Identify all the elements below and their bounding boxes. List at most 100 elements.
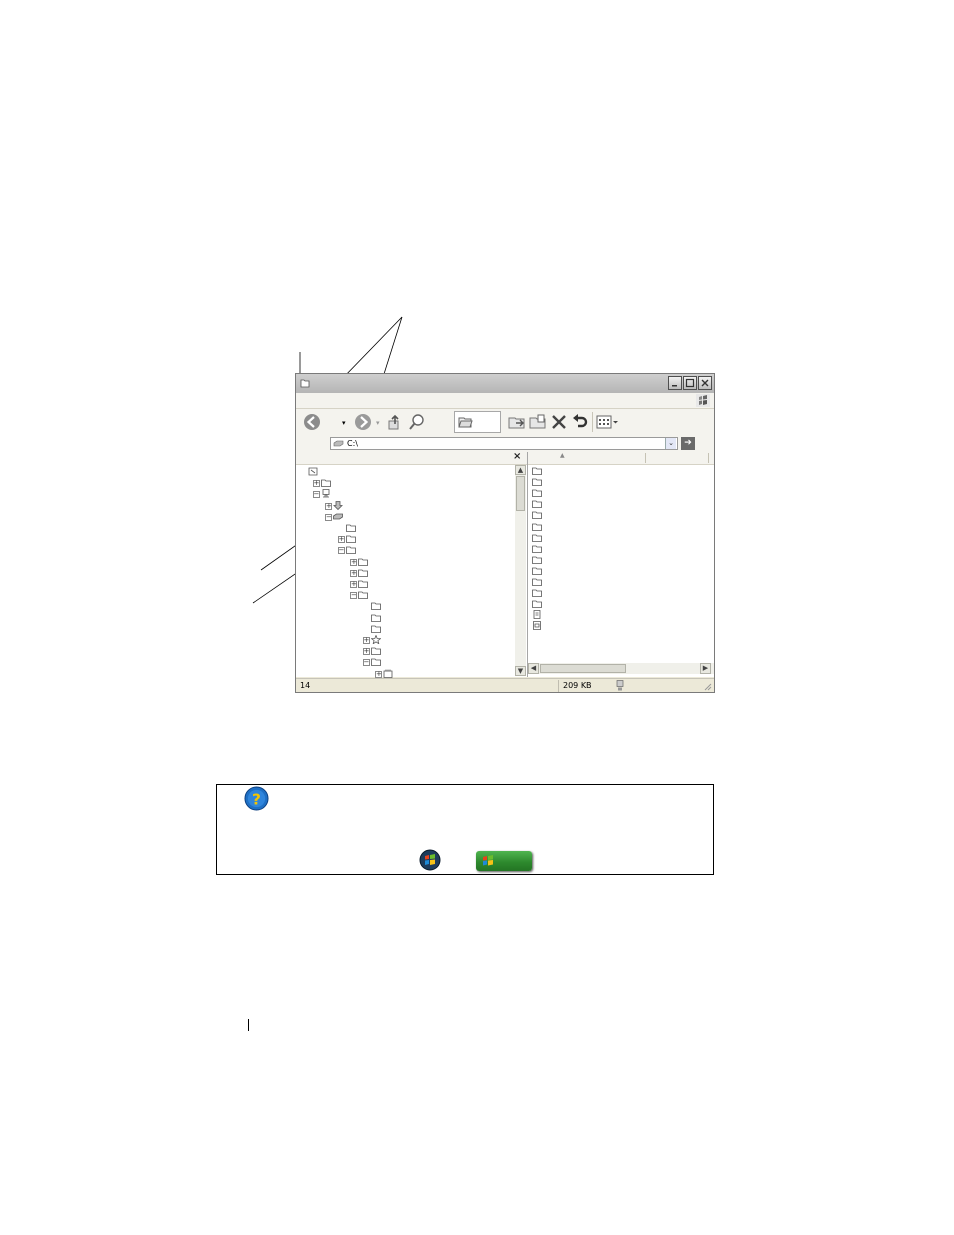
undo-icon (573, 414, 588, 428)
maximize-button[interactable] (683, 376, 697, 390)
folders-icon (458, 417, 473, 428)
tree-node[interactable]: + (296, 646, 511, 656)
sort-ascending-icon[interactable]: ▲ (560, 452, 565, 459)
folder-icon[interactable] (532, 599, 542, 609)
folder-icon[interactable] (532, 466, 542, 475)
tree-node[interactable]: + (296, 557, 511, 567)
back-button[interactable] (302, 412, 322, 432)
folder-icon[interactable] (532, 510, 542, 520)
collapse-button[interactable]: − (362, 659, 370, 667)
scroll-down-button[interactable]: ▼ (515, 666, 526, 676)
tree-node[interactable]: − (296, 590, 511, 600)
tree-node[interactable]: − (296, 489, 511, 499)
folder-icon (300, 379, 310, 388)
drive-icon (333, 513, 343, 520)
tree-node[interactable]: + (296, 534, 511, 544)
move-to-icon (508, 417, 525, 429)
tree-node[interactable]: + (296, 579, 511, 589)
tree-node[interactable]: + (296, 478, 511, 488)
forward-button[interactable] (353, 412, 373, 432)
computer-icon (322, 489, 329, 498)
system-file-icon[interactable] (532, 621, 542, 631)
minimize-icon (672, 385, 677, 387)
tree-node[interactable]: − (296, 545, 511, 555)
folder-icon[interactable] (532, 522, 542, 531)
tree-node[interactable] (296, 601, 511, 611)
folder-icon[interactable] (532, 555, 542, 564)
collapse-button[interactable]: − (337, 547, 345, 555)
tree-node[interactable]: + (296, 568, 511, 578)
minimize-button[interactable] (668, 376, 682, 390)
expand-button[interactable]: + (337, 536, 345, 544)
floppy-drive-icon (333, 500, 343, 510)
folder-icon[interactable] (532, 488, 542, 498)
close-button[interactable] (698, 376, 712, 390)
copy-to-button[interactable] (528, 412, 548, 432)
move-to-button[interactable] (507, 412, 527, 432)
windows-vista-start-orb-icon (419, 849, 441, 871)
folder-icon[interactable] (532, 577, 542, 586)
views-button[interactable] (595, 412, 619, 432)
expand-button[interactable]: + (350, 581, 357, 588)
collapse-button[interactable]: − (312, 491, 320, 499)
tree-node[interactable] (296, 624, 511, 634)
delete-button[interactable] (549, 412, 569, 432)
tree-node[interactable]: + (296, 635, 511, 645)
folders-vertical-scrollbar[interactable]: ▲ ▼ (515, 465, 526, 676)
scroll-up-button[interactable]: ▲ (515, 465, 526, 475)
folder-icon (370, 614, 381, 622)
expand-button[interactable]: + (312, 480, 320, 488)
expand-button[interactable]: + (350, 558, 357, 566)
folder-icon[interactable] (532, 544, 542, 553)
scroll-thumb[interactable] (516, 476, 525, 511)
toolbar: ▾ ▾ (296, 409, 714, 437)
search-button[interactable] (407, 412, 427, 432)
file-list-horizontal-scrollbar[interactable]: ◀ ▶ (528, 663, 714, 674)
expand-button[interactable]: + (325, 502, 332, 510)
folder-icon (358, 569, 368, 577)
scroll-thumb[interactable] (540, 664, 626, 673)
text-file-icon[interactable] (532, 610, 542, 620)
back-dropdown-icon[interactable]: ▾ (342, 419, 346, 427)
undo-button[interactable] (570, 412, 590, 432)
tree-node[interactable] (296, 613, 511, 623)
views-icon (596, 415, 618, 429)
address-dropdown-button[interactable]: ⌄ (665, 438, 676, 449)
folder-icon (345, 535, 356, 544)
forward-arrow-icon (355, 414, 371, 430)
go-arrow-icon: ➔ (684, 438, 692, 448)
expand-button[interactable]: + (362, 648, 370, 656)
tree-node[interactable]: − (296, 512, 511, 522)
go-button[interactable]: ➔ (681, 437, 695, 450)
collapse-button[interactable]: − (325, 513, 332, 521)
expand-button[interactable]: + (350, 569, 357, 577)
expand-button[interactable]: + (362, 637, 370, 644)
folder-icon[interactable] (532, 566, 542, 575)
documents-folder-icon (320, 479, 331, 488)
address-input[interactable]: C:\ ⌄ (330, 437, 678, 450)
folders-pane: × + − + − + − + + + − + + − + ▲ ▼ (296, 451, 528, 678)
tree-node[interactable]: − (296, 657, 511, 667)
title-bar[interactable] (296, 374, 714, 393)
folders-button[interactable] (454, 411, 501, 433)
folders-pane-close-button[interactable]: × (513, 451, 521, 462)
folder-icon[interactable] (532, 533, 542, 542)
collapse-button[interactable]: − (350, 592, 357, 600)
tree-node[interactable] (296, 467, 511, 477)
column-separator[interactable] (708, 453, 709, 463)
tree-node[interactable] (296, 523, 511, 533)
tree-node[interactable]: + (296, 500, 511, 511)
resize-grip-icon[interactable] (704, 683, 712, 691)
expand-button[interactable]: + (375, 670, 382, 678)
up-button[interactable] (385, 412, 405, 432)
folder-icon[interactable] (532, 477, 542, 486)
folder-icon[interactable] (532, 588, 542, 597)
menu-bar[interactable] (296, 393, 714, 409)
forward-dropdown-icon[interactable]: ▾ (376, 419, 380, 427)
column-separator[interactable] (645, 453, 646, 463)
folder-icon[interactable] (532, 499, 542, 509)
file-list-header: ▲ (528, 452, 714, 465)
chevron-left-icon: ◀ (530, 664, 537, 672)
scroll-right-button[interactable]: ▶ (700, 663, 711, 674)
scroll-left-button[interactable]: ◀ (528, 663, 539, 674)
